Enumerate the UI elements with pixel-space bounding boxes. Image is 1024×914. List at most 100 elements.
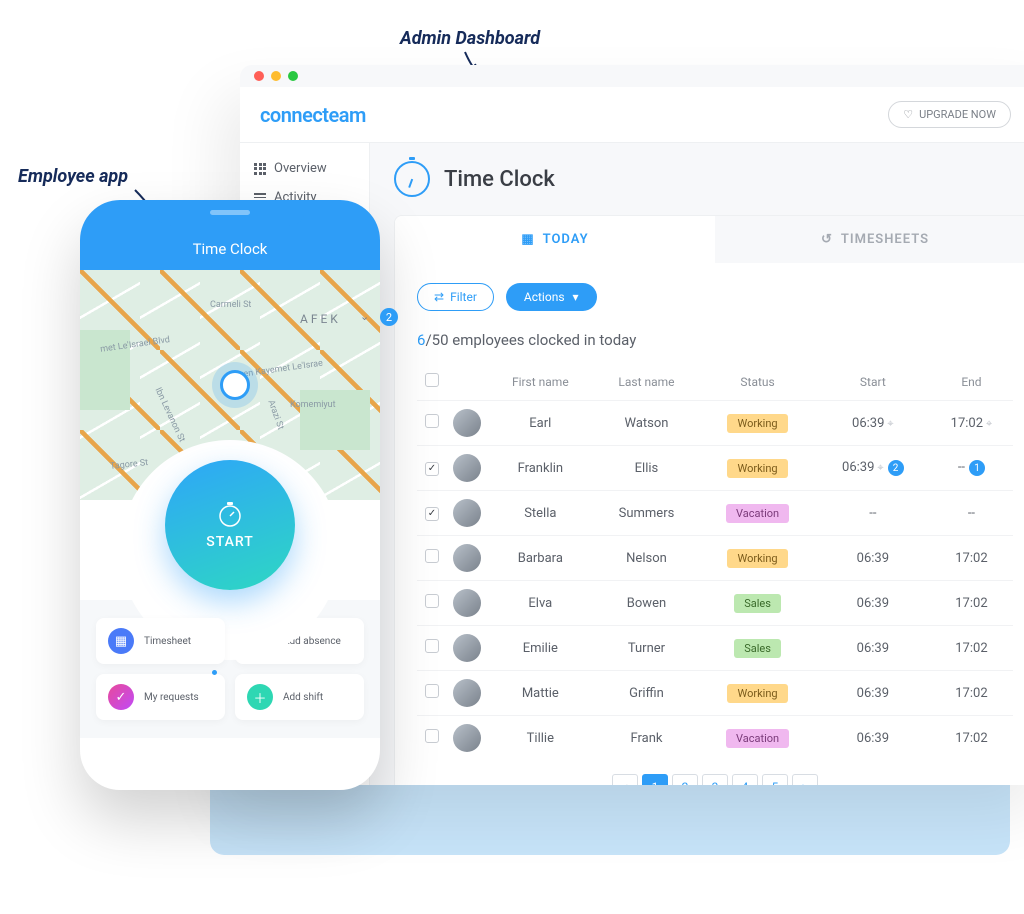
notification-badge: 2 [380,308,398,326]
page-next[interactable]: > [792,774,818,785]
panel: ⇄ Filter Actions ▾ 6/50 employees clocke… [394,263,1024,785]
employee-app-phone: Time Clock met Le'Israel Blvd Keren Kaye… [80,200,380,790]
row-checkbox[interactable] [425,684,439,698]
page-2[interactable]: 2 [672,774,698,785]
page-title-text: Time Clock [444,167,555,192]
summary-total: 50 [432,331,449,349]
check-icon: ✓ [108,684,134,710]
area-label: AFEK [300,312,341,326]
upgrade-label: UPGRADE NOW [919,108,996,121]
table-row[interactable]: EarlWatsonWorking06:39⌖17:02⌖ [417,401,1013,446]
calendar-icon: ▦ [108,628,134,654]
avatar [453,544,481,572]
label-employee-app: Employee app [18,166,128,187]
actions-label: Actions [524,290,565,304]
row-checkbox[interactable] [425,729,439,743]
quick-add-shift[interactable]: ＋ Add shift [235,674,364,720]
table-row[interactable]: StellaSummersVacation---- [417,491,1013,536]
grid-icon [254,163,266,175]
col-status: Status [699,363,815,401]
cell-first-name: Elva [487,581,594,626]
cell-start: 06:39 [816,671,930,716]
page-1[interactable]: 1 [642,774,668,785]
avatar [453,724,481,752]
table-row[interactable]: FranklinEllisWorking06:39⌖2--1 [417,446,1013,491]
start-label: START [206,534,254,550]
close-icon[interactable] [254,71,264,81]
col-first-name: First name [487,363,594,401]
row-checkbox[interactable] [425,594,439,608]
status-badge: Sales [734,594,781,613]
table-row[interactable]: TillieFrankVacation06:3917:02 [417,716,1013,761]
table-row[interactable]: MattieGriffinWorking06:3917:02 [417,671,1013,716]
street-label: Carmeli St [210,300,251,310]
page-title: Time Clock [394,161,1024,197]
row-checkbox[interactable] [425,414,439,428]
avatar [453,454,481,482]
page-5[interactable]: 5 [762,774,788,785]
maximize-icon[interactable] [288,71,298,81]
location-pin-icon: ⌖ [887,417,893,430]
quick-label: My requests [144,692,199,703]
heart-icon: ♡ [903,108,913,121]
street-label: Arazi St [265,399,285,431]
cell-first-name: Tillie [487,716,594,761]
chevron-down-icon: ▾ [573,290,579,304]
cell-first-name: Emilie [487,626,594,671]
employee-table: First name Last name Status Start End Ea… [417,363,1013,760]
actions-button[interactable]: Actions ▾ [506,283,597,311]
tab-timesheets[interactable]: ↺ TIMESHEETS [715,216,1024,263]
row-checkbox[interactable] [425,639,439,653]
cell-first-name: Franklin [487,446,594,491]
tab-label: TIMESHEETS [841,232,929,247]
location-pin-icon: ⌖ [877,461,883,474]
upgrade-button[interactable]: ♡ UPGRADE NOW [888,101,1011,128]
quick-timesheet[interactable]: ▦ Timesheet [96,618,225,664]
history-icon: ↺ [821,232,833,247]
row-checkbox[interactable] [425,549,439,563]
cell-start: 06:39 [816,536,930,581]
stopwatch-icon [216,500,244,528]
table-row[interactable]: BarbaraNelsonWorking06:3917:02 [417,536,1013,581]
cell-start: 06:39⌖ [816,401,930,446]
tabs: ▦ TODAY ↺ TIMESHEETS [394,215,1024,263]
page-4[interactable]: 4 [732,774,758,785]
status-badge: Sales [734,639,781,658]
row-checkbox[interactable] [425,507,439,521]
cell-end: -- [930,491,1013,536]
cell-end: 17:02 [930,716,1013,761]
start-clock-button[interactable]: START [165,460,295,590]
window-titlebar [240,65,1024,87]
page-prev[interactable]: < [612,774,638,785]
cell-start: 06:39 [816,716,930,761]
sidebar-item-overview[interactable]: Overview [254,161,355,176]
status-badge: Working [727,414,787,433]
summary-text: employees clocked in today [449,331,637,349]
quick-my-requests[interactable]: ✓ My requests [96,674,225,720]
sidebar-item-label: Overview [274,161,327,176]
cell-last-name: Summers [594,491,700,536]
notification-dot [212,670,217,675]
status-badge: Working [727,549,787,568]
cell-last-name: Watson [594,401,700,446]
minimize-icon[interactable] [271,71,281,81]
status-badge: Working [727,684,787,703]
tab-label: TODAY [543,232,589,247]
table-row[interactable]: ElvaBowenSales06:3917:02 [417,581,1013,626]
cell-end: 17:02 [930,671,1013,716]
cell-first-name: Earl [487,401,594,446]
cell-last-name: Ellis [594,446,700,491]
avatar [453,589,481,617]
cell-end: 17:02 [930,536,1013,581]
summary: 6/50 employees clocked in today [417,331,1013,349]
chevron-down-icon[interactable]: ⌄ [360,310,369,323]
tab-today[interactable]: ▦ TODAY [395,216,715,263]
table-row[interactable]: EmilieTurnerSales06:3917:02 [417,626,1013,671]
row-checkbox[interactable] [425,462,439,476]
cell-start: 06:39 [816,581,930,626]
status-badge: Working [727,459,787,478]
page-3[interactable]: 3 [702,774,728,785]
cell-end: 17:02 [930,581,1013,626]
select-all-checkbox[interactable] [425,373,439,387]
filter-button[interactable]: ⇄ Filter [417,283,494,311]
